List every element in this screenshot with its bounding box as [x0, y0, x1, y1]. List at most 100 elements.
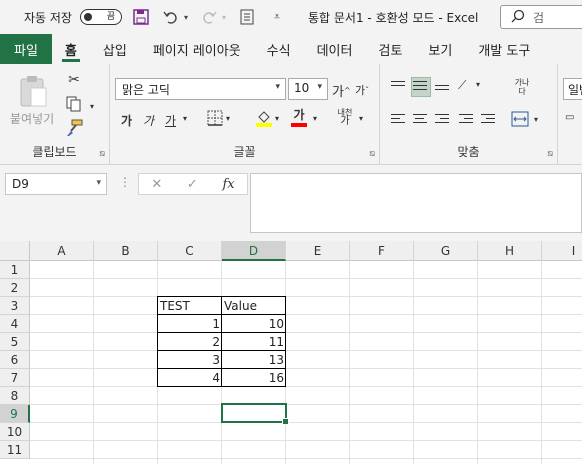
merge-dropdown-icon[interactable]: ▾	[534, 115, 538, 124]
font-size-select[interactable]: 10 ▾	[288, 78, 328, 100]
row-header-2[interactable]: 2	[0, 279, 30, 297]
tab-data[interactable]: 데이터	[304, 34, 366, 64]
cell-c5[interactable]: 2	[158, 333, 222, 351]
underline-dropdown-icon[interactable]: ▾	[183, 114, 187, 123]
fill-color-icon[interactable]	[255, 109, 273, 127]
decrease-indent-icon[interactable]	[458, 111, 476, 129]
select-all-corner[interactable]	[0, 241, 30, 261]
tab-developer[interactable]: 개발 도구	[465, 34, 543, 64]
align-right-icon[interactable]	[434, 111, 452, 129]
cell-c3[interactable]: TEST	[158, 297, 222, 315]
cut-icon[interactable]: ✂	[64, 70, 84, 90]
row-header-11[interactable]: 11	[0, 441, 30, 459]
row-header-3[interactable]: 3	[0, 297, 30, 315]
phonetic-dropdown-icon[interactable]: ▾	[359, 114, 363, 123]
customize-qat-icon[interactable]: ⩡	[266, 6, 288, 28]
alignment-launcher-icon[interactable]: ⧅	[547, 149, 553, 159]
row-header-9[interactable]: 9	[0, 405, 30, 423]
cell-d7[interactable]: 16	[222, 369, 286, 387]
column-header-f[interactable]: F	[350, 241, 414, 261]
align-center-icon[interactable]	[412, 111, 430, 129]
tab-formulas[interactable]: 수식	[254, 34, 304, 64]
format-painter-icon[interactable]	[64, 118, 84, 138]
accounting-format-icon[interactable]: ▭	[565, 112, 574, 123]
grid-line	[477, 261, 478, 464]
column-header-g[interactable]: G	[414, 241, 478, 261]
font-launcher-icon[interactable]: ⧅	[369, 149, 375, 159]
tab-page-layout[interactable]: 페이지 레이아웃	[140, 34, 254, 64]
column-header-i[interactable]: I	[542, 241, 582, 261]
tab-insert[interactable]: 삽입	[90, 34, 140, 64]
column-header-b[interactable]: B	[94, 241, 158, 261]
tab-review[interactable]: 검토	[365, 34, 415, 64]
cell-d6[interactable]: 13	[222, 351, 286, 369]
bold-button[interactable]: 가	[121, 112, 132, 129]
insert-function-icon[interactable]: fx	[222, 177, 234, 192]
cell-d4[interactable]: 10	[222, 315, 286, 333]
align-top-icon[interactable]	[390, 78, 408, 96]
formula-input[interactable]	[250, 173, 582, 233]
font-color-dropdown-icon[interactable]: ▾	[313, 114, 317, 123]
row-header-6[interactable]: 6	[0, 351, 30, 369]
save-icon[interactable]	[130, 6, 152, 28]
grid-line	[30, 404, 582, 405]
undo-icon[interactable]	[160, 6, 182, 28]
cancel-icon[interactable]: ✕	[151, 177, 162, 192]
autosave-toggle[interactable]: 끔	[79, 9, 122, 25]
merge-center-icon[interactable]	[511, 111, 529, 127]
undo-dropdown-icon[interactable]: ▾	[182, 6, 190, 28]
grow-font-button[interactable]: 가 ^	[332, 81, 351, 100]
search-box[interactable]: 검	[500, 5, 582, 29]
underline-button[interactable]: 가	[165, 112, 176, 129]
fill-color-dropdown-icon[interactable]: ▾	[275, 114, 279, 123]
row-header-4[interactable]: 4	[0, 315, 30, 333]
column-header-a[interactable]: A	[30, 241, 94, 261]
font-color-button[interactable]: 가	[291, 109, 307, 127]
name-box[interactable]: D9 ▾	[5, 173, 107, 195]
tab-home[interactable]: 홈	[52, 34, 90, 64]
row-header-1[interactable]: 1	[0, 261, 30, 279]
column-header-d[interactable]: D	[222, 241, 286, 261]
row-header-10[interactable]: 10	[0, 423, 30, 441]
number-format-select[interactable]: 일반	[563, 78, 582, 100]
more-options-icon[interactable]: ⋮	[119, 175, 131, 189]
redo-dropdown-icon[interactable]: ▾	[220, 6, 228, 28]
row-header-8[interactable]: 8	[0, 387, 30, 405]
paste-icon[interactable]	[18, 74, 48, 108]
check-icon[interactable]: ✓	[187, 177, 198, 192]
grid-line	[30, 278, 582, 279]
cell-d5[interactable]: 11	[222, 333, 286, 351]
redo-icon[interactable]	[198, 6, 220, 28]
shrink-font-button[interactable]: 가ˇ	[355, 82, 369, 98]
align-middle-icon[interactable]	[411, 77, 431, 97]
cell-d3[interactable]: Value	[222, 297, 286, 315]
tab-view[interactable]: 보기	[415, 34, 465, 64]
column-header-e[interactable]: E	[286, 241, 350, 261]
orientation-icon[interactable]: ⟋	[458, 78, 466, 93]
row-header-7[interactable]: 7	[0, 369, 30, 387]
form-icon[interactable]	[236, 6, 258, 28]
italic-button[interactable]: 가	[143, 112, 154, 129]
column-header-h[interactable]: H	[478, 241, 542, 261]
increase-indent-icon[interactable]	[480, 111, 498, 129]
cell-c4[interactable]: 1	[158, 315, 222, 333]
borders-icon[interactable]	[207, 110, 223, 126]
borders-dropdown-icon[interactable]: ▾	[226, 114, 230, 123]
orientation-dropdown-icon[interactable]: ▾	[476, 80, 480, 89]
copy-dropdown-icon[interactable]: ▾	[82, 96, 102, 116]
clipboard-launcher-icon[interactable]: ⧅	[99, 149, 105, 159]
row-header-5[interactable]: 5	[0, 333, 30, 351]
paste-button-label[interactable]: 붙여넣기	[10, 110, 54, 127]
align-left-icon[interactable]	[390, 111, 408, 129]
worksheet-grid[interactable]: ABCDEFGHI 1 2 3 4 5 6 7 8 9 10 11 TEST Value 1 10 2 11 3…	[0, 241, 582, 464]
column-header-c[interactable]: C	[158, 241, 222, 261]
font-name-select[interactable]: 맑은 고딕 ▾	[115, 78, 286, 100]
grid-line	[93, 261, 94, 464]
phonetic-button[interactable]: 내천 가	[335, 108, 355, 127]
align-bottom-icon[interactable]	[434, 78, 452, 96]
wrap-text-button[interactable]: 가나 다	[511, 78, 533, 96]
cell-c7[interactable]: 4	[158, 369, 222, 387]
cell-c6[interactable]: 3	[158, 351, 222, 369]
copy-icon[interactable]	[64, 94, 84, 114]
tab-file[interactable]: 파일	[0, 34, 52, 64]
